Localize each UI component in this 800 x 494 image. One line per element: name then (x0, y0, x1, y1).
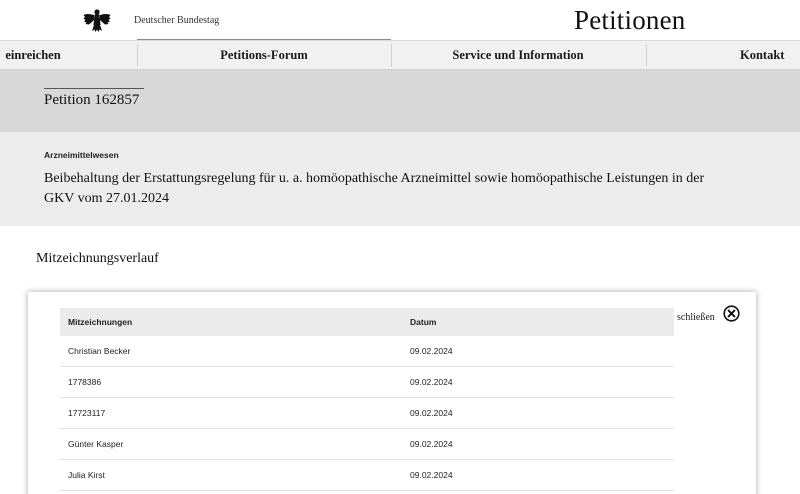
signer-name: Julia Kirst (68, 470, 105, 480)
site-header: Deutscher Bundestag Petitionen (0, 0, 800, 41)
nav-item-petitions-forum[interactable]: Petitions-Forum (137, 41, 391, 70)
nav-separator (646, 44, 647, 67)
signer-name: 17723117 (68, 408, 106, 418)
table-row: 17723117 09.02.2024 (60, 398, 674, 429)
signature-date: 09.02.2024 (410, 439, 453, 449)
signer-name: Christian Becker (68, 346, 131, 356)
petition-subject-band: Arzneimittelwesen Beibehaltung der Ersta… (0, 132, 800, 226)
table-header: Mitzeichnungen Datum (60, 308, 674, 336)
column-header-mitzeichnungen: Mitzeichnungen (68, 317, 133, 327)
brand-name: Deutscher Bundestag (134, 15, 220, 26)
signer-name: 1778386 (68, 377, 102, 387)
table-row: Christian Becker 09.02.2024 (60, 336, 674, 367)
divider (44, 88, 144, 89)
table-row: 1778386 09.02.2024 (60, 367, 674, 398)
close-circle-icon[interactable] (723, 305, 740, 322)
table-row: Günter Kasper 09.02.2024 (60, 429, 674, 460)
petition-number: Petition 162857 (44, 92, 140, 108)
close-label[interactable]: schließen (677, 312, 715, 323)
petition-category: Arzneimittelwesen (44, 150, 119, 160)
signature-date: 09.02.2024 (410, 470, 453, 480)
main-navigation: einreichen Petitions-Forum Service und I… (0, 40, 800, 70)
signature-date: 09.02.2024 (410, 408, 453, 418)
bundesadler-eagle-icon[interactable] (82, 6, 112, 36)
column-header-datum: Datum (410, 317, 437, 327)
signatures-table: Mitzeichnungen Datum Christian Becker 09… (60, 308, 674, 491)
signature-date: 09.02.2024 (410, 377, 453, 387)
nav-item-kontakt[interactable]: Kontakt (740, 41, 800, 70)
petition-subject: Beibehaltung der Erstattungsregelung für… (44, 171, 705, 206)
section-heading: Mitzeichnungsverlauf (36, 251, 159, 266)
signer-name: Günter Kasper (68, 439, 124, 449)
nav-item-einreichen[interactable]: einreichen (0, 41, 66, 70)
petition-number-band: Petition 162857 (0, 70, 800, 132)
nav-item-service-und-information[interactable]: Service und Information (391, 41, 645, 70)
site-title[interactable]: Petitionen (574, 5, 686, 36)
table-row: Julia Kirst 09.02.2024 (60, 460, 674, 491)
signature-date: 09.02.2024 (410, 346, 453, 356)
signatures-modal: schließen Mitzeichnungen Datum Christian… (28, 292, 756, 494)
